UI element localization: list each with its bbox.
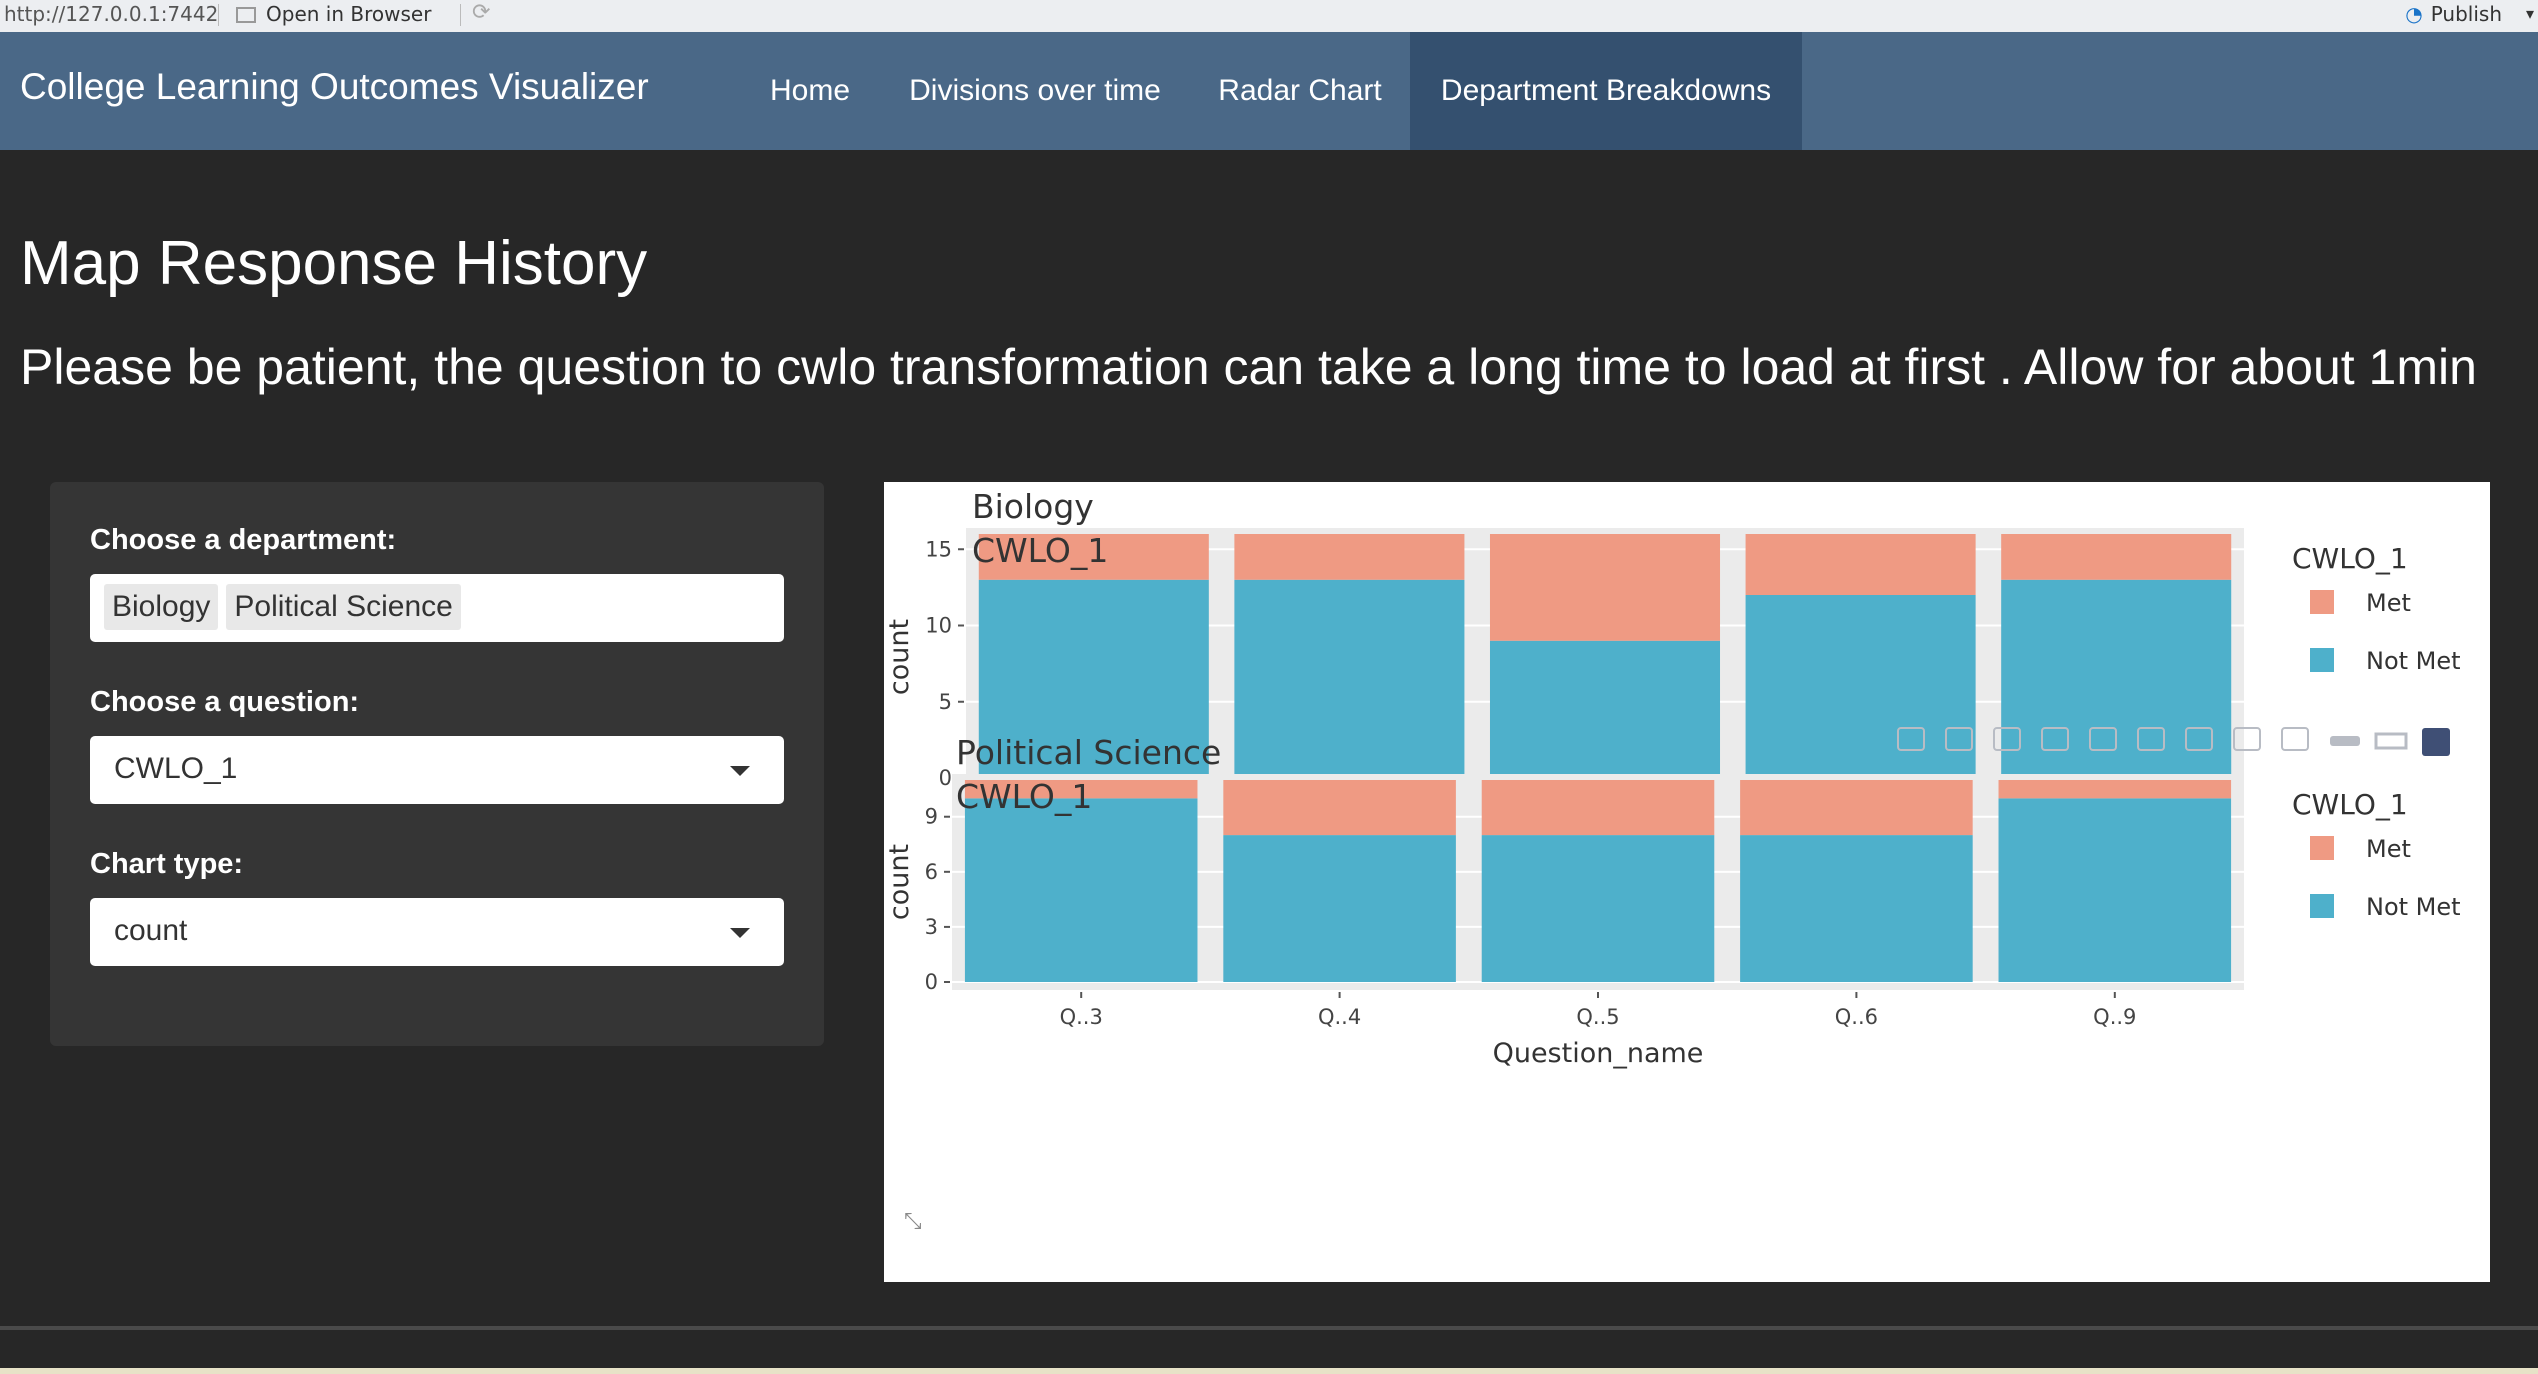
legend-entry: Not Met	[2366, 893, 2461, 921]
nav-home[interactable]: Home	[740, 32, 880, 150]
caret-down-icon	[730, 928, 750, 938]
chart-type-select[interactable]: count	[90, 898, 784, 966]
bar-not-met	[1234, 579, 1465, 778]
question-label: Choose a question:	[90, 686, 360, 718]
subplot-title: CWLO_1	[972, 531, 1108, 570]
x-tick-label: Q..5	[1576, 1005, 1619, 1029]
bar-not-met	[1223, 835, 1456, 982]
legend-entry: Met	[2366, 835, 2411, 863]
department-chip[interactable]: Political Science	[226, 584, 461, 630]
sidebar-panel: Choose a department: Biology Political Sc…	[50, 482, 824, 1046]
chart-svg[interactable]: 0 5 10 15 Q..3 Q..4 Q..5 Q..6 Q..9 Question_name c…	[884, 482, 2490, 1282]
hover-compare-icon	[2374, 732, 2408, 750]
bar-met	[1745, 534, 1976, 595]
bar-met	[2001, 534, 2232, 580]
nav-divisions-over-time[interactable]: Divisions over time	[888, 32, 1182, 150]
legend-entry: Not Met	[2366, 647, 2461, 675]
publish-button[interactable]: ◔ Publish	[2405, 2, 2502, 26]
chart-type-select-value: count	[114, 914, 188, 947]
bar-met	[1234, 534, 1465, 580]
y-tick-label: 0	[925, 970, 938, 994]
hover-closest-icon	[2330, 736, 2360, 746]
x-tick-label: Q..4	[1318, 1005, 1361, 1029]
bar-met	[1489, 534, 1721, 641]
chevron-down-icon[interactable]: ▾	[2526, 4, 2534, 23]
resize-icon: ⤡	[904, 1209, 922, 1234]
footer-divider	[0, 1326, 2538, 1330]
open-in-browser-label: Open in Browser	[266, 2, 432, 26]
department-multiselect[interactable]: Biology Political Science	[90, 574, 784, 642]
legend-swatch	[2310, 590, 2334, 614]
reset-axes-icon	[2281, 727, 2309, 751]
legend-entry: Met	[2366, 589, 2411, 617]
publish-label: Publish	[2430, 2, 2502, 26]
bar-met	[1998, 780, 2232, 799]
nav-radar-chart[interactable]: Radar Chart	[1190, 32, 1410, 150]
caret-down-icon	[730, 766, 750, 776]
page-title: Map Response History	[20, 229, 648, 298]
bar-met	[1740, 780, 1973, 836]
bar-met	[1481, 780, 1715, 836]
legend-swatch	[2310, 894, 2334, 918]
plotly-logo-icon	[2422, 728, 2450, 756]
y-tick-label: 5	[939, 690, 952, 714]
bar-not-met	[1481, 835, 1715, 982]
department-label: Choose a department:	[90, 524, 397, 556]
chart-type-label: Chart type:	[90, 848, 244, 880]
browser-toolbar: http://127.0.0.1:7442 Open in Browser ⟳ …	[0, 0, 2538, 33]
legend-swatch	[2310, 836, 2334, 860]
subplot-title: Political Science	[956, 733, 1221, 772]
publish-icon: ◔	[2405, 2, 2423, 26]
toolbar-divider	[218, 4, 219, 26]
y-axis-label: count	[884, 619, 915, 695]
window-bottom-edge	[0, 1368, 2538, 1374]
nav-department-breakdowns[interactable]: Department Breakdowns	[1410, 32, 1802, 150]
department-chip[interactable]: Biology	[104, 584, 219, 630]
loading-notice: Please be patient, the question to cwlo …	[20, 339, 2477, 395]
x-tick-label: Q..6	[1835, 1005, 1878, 1029]
x-tick-label: Q..3	[1060, 1005, 1103, 1029]
refresh-icon[interactable]: ⟳	[472, 0, 490, 25]
y-tick-label: 15	[925, 537, 952, 561]
x-tick-label: Q..9	[2093, 1005, 2136, 1029]
bar-not-met	[1998, 798, 2232, 982]
app-title[interactable]: College Learning Outcomes Visualizer	[20, 66, 649, 108]
y-tick-label: 6	[925, 860, 938, 884]
bar-met	[1223, 780, 1456, 836]
y-tick-label: 10	[925, 614, 952, 638]
y-tick-label: 3	[925, 915, 938, 939]
subplot-title: Biology	[972, 487, 1094, 526]
legend-swatch	[2310, 648, 2334, 672]
legend-title: CWLO_1	[2292, 542, 2408, 575]
plotly-chart[interactable]: 0 5 10 15 Q..3 Q..4 Q..5 Q..6 Q..9 Question_name c…	[884, 482, 2490, 1282]
toolbar-divider	[460, 4, 461, 26]
bar-not-met	[964, 798, 1198, 982]
question-select-value: CWLO_1	[114, 752, 238, 785]
y-tick-label: 0	[939, 766, 952, 790]
bar-not-met	[1740, 835, 1973, 982]
window-icon	[236, 7, 256, 23]
subplot-title: CWLO_1	[956, 777, 1092, 816]
url-text[interactable]: http://127.0.0.1:7442	[4, 2, 218, 26]
x-axis-label: Question_name	[1493, 1038, 1704, 1069]
question-select[interactable]: CWLO_1	[90, 736, 784, 804]
bar-not-met	[1745, 595, 1976, 778]
y-tick-label: 9	[925, 805, 938, 829]
legend-title: CWLO_1	[2292, 788, 2408, 821]
bar-not-met	[1489, 640, 1721, 778]
y-axis-label: count	[884, 844, 915, 920]
open-in-browser-button[interactable]: Open in Browser	[236, 2, 431, 26]
navbar: College Learning Outcomes Visualizer Hom…	[0, 32, 2538, 150]
